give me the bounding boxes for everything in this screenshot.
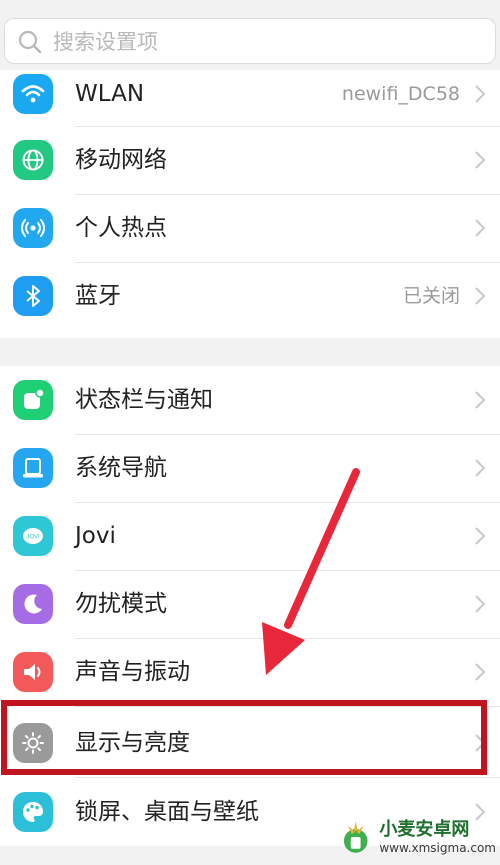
settings-item-label: 个人热点 [75, 215, 167, 241]
chevron-right-icon [475, 459, 486, 477]
navigation-icon [13, 448, 53, 488]
settings-item-wlan[interactable]: WLAN newifi_DC58 [0, 60, 500, 128]
settings-item-label: 声音与振动 [75, 659, 190, 685]
chevron-right-icon [475, 287, 486, 305]
settings-group-connectivity: WLAN newifi_DC58 移动网络 个人热点 蓝牙 已关闭 [0, 70, 500, 338]
chevron-right-icon [475, 219, 486, 237]
jovi-icon: JOVI [13, 516, 53, 556]
chevron-right-icon [475, 527, 486, 545]
divider [75, 706, 500, 707]
section-gap [0, 338, 500, 366]
settings-item-label: WLAN [75, 81, 145, 107]
settings-item-label: 状态栏与通知 [75, 387, 213, 413]
settings-item-status-bar[interactable]: 状态栏与通知 [0, 366, 500, 434]
watermark-logo-icon [343, 821, 368, 853]
settings-item-label: 锁屏、桌面与壁纸 [75, 799, 259, 825]
settings-item-label: Jovi [75, 523, 116, 549]
chevron-right-icon [475, 734, 486, 752]
search-icon [18, 30, 42, 54]
settings-item-system-navigation[interactable]: 系统导航 [0, 434, 500, 502]
svg-text:JOVI: JOVI [26, 535, 40, 541]
chevron-right-icon [475, 663, 486, 681]
watermark: 小麦安卓网 www.xmsigma.com [336, 813, 496, 861]
settings-group-system: 状态栏与通知 系统导航 JOVI Jovi 勿扰模式 声音与振动 显示与亮度 锁… [0, 366, 500, 846]
wifi-icon [13, 74, 53, 114]
brightness-icon [13, 723, 53, 763]
watermark-url: www.xmsigma.com [379, 841, 496, 855]
settings-item-value: newifi_DC58 [341, 83, 460, 105]
settings-item-do-not-disturb[interactable]: 勿扰模式 [0, 570, 500, 638]
search-placeholder: 搜索设置项 [53, 30, 158, 54]
settings-item-label: 显示与亮度 [75, 730, 190, 756]
settings-item-label: 移动网络 [75, 147, 167, 173]
hotspot-icon [13, 208, 53, 248]
settings-item-hotspot[interactable]: 个人热点 [0, 194, 500, 262]
settings-item-bluetooth[interactable]: 蓝牙 已关闭 [0, 262, 500, 330]
settings-item-label: 勿扰模式 [75, 591, 167, 617]
search-input[interactable]: 搜索设置项 [4, 18, 496, 64]
globe-icon [13, 140, 53, 180]
settings-item-label: 蓝牙 [75, 283, 121, 309]
settings-item-jovi[interactable]: JOVI Jovi [0, 502, 500, 570]
chevron-right-icon [475, 151, 486, 169]
chevron-right-icon [475, 391, 486, 409]
settings-item-mobile-network[interactable]: 移动网络 [0, 126, 500, 194]
speaker-icon [13, 652, 53, 692]
chevron-right-icon [475, 85, 486, 103]
palette-icon [13, 792, 53, 832]
watermark-title: 小麦安卓网 [379, 819, 470, 840]
bluetooth-icon [13, 276, 53, 316]
settings-item-sound-vibration[interactable]: 声音与振动 [0, 638, 500, 706]
chevron-right-icon [475, 595, 486, 613]
settings-item-display-brightness[interactable]: 显示与亮度 [0, 709, 500, 777]
notification-icon [13, 380, 53, 420]
moon-icon [13, 584, 53, 624]
settings-item-label: 系统导航 [75, 455, 167, 481]
settings-item-value: 已关闭 [402, 285, 460, 307]
